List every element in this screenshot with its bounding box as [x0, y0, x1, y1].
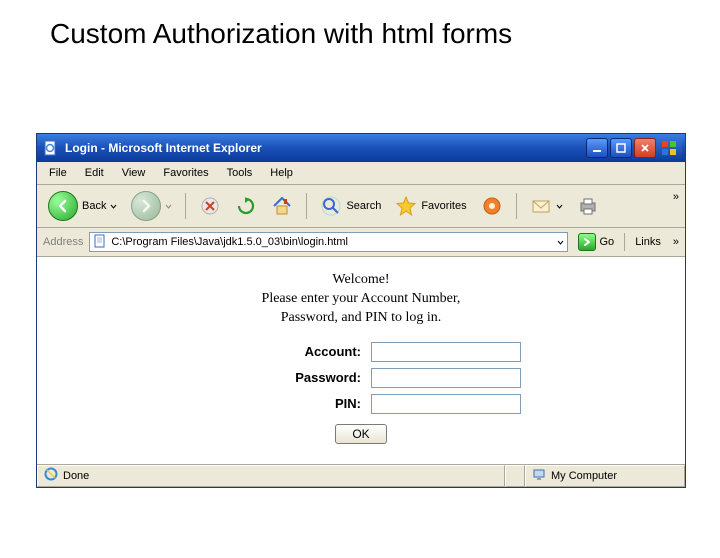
addressbar-separator [624, 233, 625, 251]
toolbar-separator [516, 193, 517, 219]
chevron-down-icon [110, 203, 117, 210]
chevron-down-icon[interactable] [557, 239, 564, 246]
go-button[interactable]: Go [574, 231, 619, 253]
ok-button[interactable]: OK [335, 424, 386, 444]
maximize-button[interactable] [610, 138, 632, 158]
welcome-line1: Welcome! [37, 271, 685, 290]
slide-title: Custom Authorization with html forms [50, 18, 720, 50]
back-button[interactable]: Back [43, 188, 122, 224]
media-icon [481, 195, 503, 217]
pin-input[interactable] [371, 394, 521, 414]
go-arrow-icon [578, 233, 596, 251]
minimize-button[interactable] [586, 138, 608, 158]
menu-favorites[interactable]: Favorites [155, 165, 216, 181]
print-icon [577, 195, 599, 217]
home-button[interactable] [266, 192, 298, 220]
forward-button[interactable] [126, 188, 177, 224]
chevron-down-icon [556, 203, 563, 210]
welcome-text: Welcome! Please enter your Account Numbe… [37, 271, 685, 328]
search-icon [320, 195, 342, 217]
password-input[interactable] [371, 368, 521, 388]
pin-label: PIN: [201, 396, 361, 411]
back-label: Back [82, 200, 106, 212]
ie-small-icon [44, 467, 58, 484]
address-label: Address [43, 236, 83, 248]
status-zone-text: My Computer [551, 470, 617, 482]
account-label: Account: [201, 344, 361, 359]
mail-button[interactable] [525, 192, 568, 220]
search-button[interactable]: Search [315, 192, 386, 220]
status-zone-cell: My Computer [525, 465, 685, 487]
addressbar: Address C:\Program Files\Java\jdk1.5.0_0… [37, 228, 685, 257]
menu-file[interactable]: File [41, 165, 75, 181]
status-done-cell: Done [37, 465, 505, 487]
favorites-button[interactable]: Favorites [390, 192, 471, 220]
ie-window: Login - Microsoft Internet Explorer File… [36, 133, 686, 488]
password-label: Password: [201, 370, 361, 385]
menu-view[interactable]: View [114, 165, 154, 181]
print-button[interactable] [572, 192, 604, 220]
status-done-text: Done [63, 470, 89, 482]
links-overflow[interactable]: » [673, 236, 679, 248]
titlebar: Login - Microsoft Internet Explorer [37, 134, 685, 162]
menu-tools[interactable]: Tools [219, 165, 261, 181]
refresh-button[interactable] [230, 192, 262, 220]
stop-button[interactable] [194, 192, 226, 220]
status-empty-cell [505, 465, 525, 487]
mail-icon [530, 195, 552, 217]
back-arrow-icon [48, 191, 78, 221]
welcome-line2: Please enter your Account Number, [37, 290, 685, 309]
favorites-label: Favorites [421, 200, 466, 212]
search-label: Search [346, 200, 381, 212]
computer-icon [532, 467, 546, 484]
forward-arrow-icon [131, 191, 161, 221]
address-text: C:\Program Files\Java\jdk1.5.0_03\bin\lo… [111, 236, 552, 248]
page-content: Welcome! Please enter your Account Numbe… [37, 257, 685, 465]
links-label[interactable]: Links [635, 236, 661, 248]
refresh-icon [235, 195, 257, 217]
welcome-line3: Password, and PIN to log in. [37, 309, 685, 328]
windows-flag-icon [656, 134, 682, 162]
toolbar: Back Search Favorites [37, 185, 685, 228]
toolbar-separator [306, 193, 307, 219]
star-icon [395, 195, 417, 217]
media-button[interactable] [476, 192, 508, 220]
toolbar-overflow[interactable]: » [673, 191, 679, 203]
home-icon [271, 195, 293, 217]
close-button[interactable] [634, 138, 656, 158]
toolbar-separator [185, 193, 186, 219]
go-label: Go [600, 236, 615, 248]
stop-icon [199, 195, 221, 217]
ie-page-icon [43, 140, 59, 156]
menubar: File Edit View Favorites Tools Help [37, 162, 685, 185]
statusbar: Done My Computer [37, 465, 685, 487]
page-icon [93, 234, 107, 251]
menu-help[interactable]: Help [262, 165, 301, 181]
chevron-down-icon [165, 203, 172, 210]
account-input[interactable] [371, 342, 521, 362]
menu-edit[interactable]: Edit [77, 165, 112, 181]
window-title: Login - Microsoft Internet Explorer [65, 141, 586, 155]
address-input-box[interactable]: C:\Program Files\Java\jdk1.5.0_03\bin\lo… [89, 232, 567, 252]
